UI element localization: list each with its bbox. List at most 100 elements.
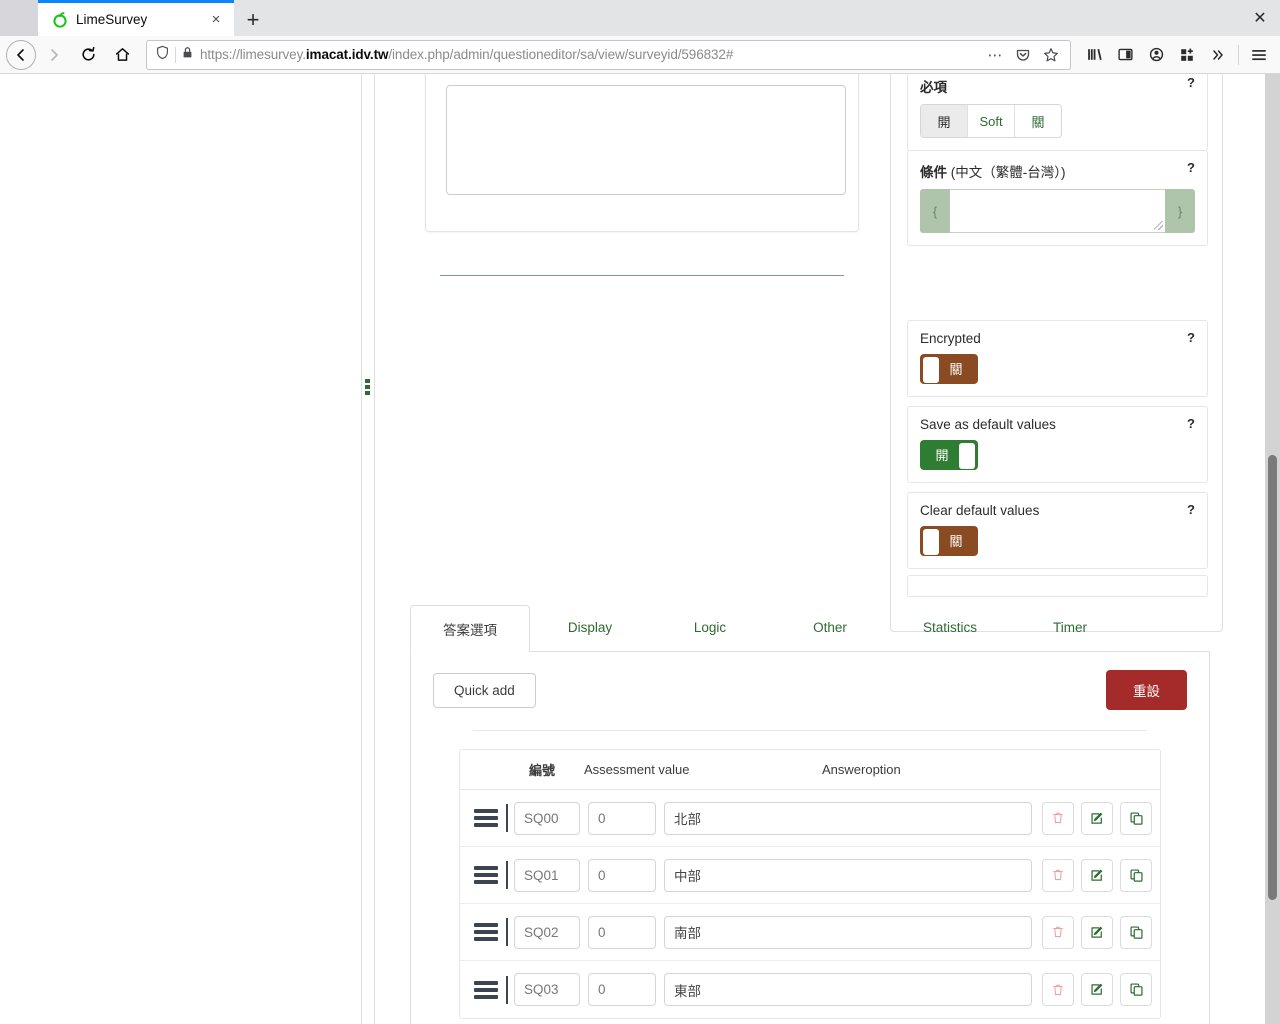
help-icon[interactable]: ? (1187, 417, 1195, 430)
trash-icon[interactable] (1042, 858, 1074, 892)
tab-strip-left-spacer (0, 0, 38, 36)
limesurvey-icon (52, 11, 68, 28)
edit-icon[interactable] (1081, 801, 1113, 835)
question-text-card (425, 74, 859, 232)
settings-panel-footer (907, 575, 1208, 597)
url-text[interactable]: https://limesurvey.imacat.idv.tw/index.p… (200, 47, 976, 62)
tab-answer-options[interactable]: 答案選項 (410, 605, 530, 652)
scrollbar-thumb[interactable] (1268, 455, 1277, 900)
edit-icon[interactable] (1081, 973, 1113, 1006)
page-actions-icon[interactable]: ⋯ (982, 42, 1008, 68)
mandatory-option-soft[interactable]: Soft (968, 105, 1015, 137)
toolbar-divider (473, 730, 1147, 731)
help-icon[interactable]: ? (1187, 76, 1195, 89)
setting-save-default-header: Save as default values ? (920, 417, 1195, 432)
row-assessment-input[interactable] (588, 915, 656, 949)
navigation-toolbar: https://limesurvey.imacat.idv.tw/index.p… (0, 36, 1280, 74)
condition-input-group: { } (920, 189, 1195, 233)
row-code-input[interactable] (514, 801, 580, 835)
reload-icon[interactable] (72, 39, 104, 71)
page-scrollbar[interactable] (1265, 74, 1280, 1024)
account-icon[interactable] (1141, 40, 1171, 70)
tab-logic[interactable]: Logic (650, 604, 770, 651)
table-row (460, 961, 1160, 1018)
drag-handle-icon[interactable] (474, 923, 498, 941)
row-actions (1042, 915, 1152, 949)
drag-handle-icon[interactable] (474, 866, 498, 884)
row-answeroption-input[interactable] (664, 858, 1032, 892)
table-row (460, 847, 1160, 904)
close-icon[interactable]: × (206, 10, 226, 30)
quick-add-button[interactable]: Quick add (433, 672, 536, 708)
help-icon[interactable]: ? (1187, 161, 1195, 174)
answer-options-content: Quick add 重設 編號 Assessment value Answero… (410, 652, 1210, 1024)
trash-icon[interactable] (1042, 801, 1074, 835)
home-icon[interactable] (106, 39, 138, 71)
copy-icon[interactable] (1120, 915, 1152, 949)
row-answeroption-input[interactable] (664, 973, 1032, 1006)
row-answeroption-input[interactable] (664, 801, 1032, 835)
tab-other[interactable]: Other (770, 604, 890, 651)
shield-icon[interactable] (155, 45, 170, 65)
drag-handle-icon[interactable] (474, 980, 498, 999)
browser-tab-limesurvey[interactable]: LimeSurvey × (38, 0, 234, 36)
mandatory-option-on[interactable]: 開 (921, 105, 968, 137)
row-marker (506, 804, 508, 832)
edit-icon[interactable] (1081, 915, 1113, 949)
tab-statistics[interactable]: Statistics (890, 604, 1010, 651)
row-assessment-input[interactable] (588, 973, 656, 1006)
question-text-editor[interactable] (446, 85, 846, 195)
help-icon[interactable]: ? (1187, 503, 1195, 516)
address-bar[interactable]: https://limesurvey.imacat.idv.tw/index.p… (146, 39, 1071, 70)
layout-rail-inner (374, 74, 375, 1024)
save-default-toggle[interactable]: 開 (920, 440, 978, 470)
back-icon[interactable] (6, 39, 36, 70)
header-code: 編號 (528, 763, 555, 778)
row-marker (506, 975, 508, 1004)
trash-icon[interactable] (1042, 915, 1074, 949)
tab-strip-fill (272, 0, 1280, 36)
setting-condition-language: (中文（繁體-台灣）) (947, 165, 1066, 180)
row-assessment-input[interactable] (588, 858, 656, 892)
row-answeroption-input[interactable] (664, 915, 1032, 949)
trash-icon[interactable] (1042, 973, 1074, 1006)
copy-icon[interactable] (1120, 858, 1152, 892)
window-close-button[interactable]: ✕ (1246, 5, 1274, 31)
copy-icon[interactable] (1120, 973, 1152, 1006)
edit-icon[interactable] (1081, 858, 1113, 892)
tab-display[interactable]: Display (530, 604, 650, 651)
condition-suffix-addon: } (1165, 189, 1195, 233)
reset-button[interactable]: 重設 (1106, 670, 1187, 710)
lock-icon[interactable] (181, 46, 194, 64)
sidebar-resize-grip[interactable] (365, 379, 371, 395)
row-code-input[interactable] (514, 858, 580, 892)
clear-default-toggle-state: 關 (949, 534, 963, 549)
mandatory-button-group: 開 Soft 關 (920, 104, 1062, 138)
overflow-icon[interactable] (1203, 40, 1233, 70)
copy-icon[interactable] (1120, 801, 1152, 835)
condition-input[interactable] (950, 189, 1165, 233)
new-tab-button[interactable]: + (234, 4, 272, 36)
identity-divider (175, 46, 176, 63)
row-assessment-input[interactable] (588, 801, 656, 835)
tab-timer[interactable]: Timer (1010, 604, 1130, 651)
setting-clear-default-label: Clear default values (920, 503, 1040, 518)
pocket-icon[interactable] (1010, 42, 1036, 68)
extensions-icon[interactable] (1172, 40, 1202, 70)
sidebar-icon[interactable] (1110, 40, 1140, 70)
library-icon[interactable] (1079, 40, 1109, 70)
help-icon[interactable]: ? (1187, 331, 1195, 344)
menu-icon[interactable] (1244, 40, 1274, 70)
encrypted-toggle[interactable]: 關 (920, 354, 978, 384)
drag-handle-icon[interactable] (474, 809, 498, 827)
row-code-input[interactable] (514, 915, 580, 949)
forward-icon (38, 39, 70, 71)
clear-default-toggle[interactable]: 關 (920, 526, 978, 556)
setting-clear-default-values: Clear default values ? 關 (907, 492, 1208, 569)
url-path: /index.php/admin/questioneditor/sa/view/… (388, 47, 734, 62)
row-code-input[interactable] (514, 973, 580, 1006)
star-icon[interactable] (1038, 42, 1064, 68)
mandatory-option-off[interactable]: 關 (1015, 105, 1061, 137)
layout-rail-left (361, 74, 362, 1024)
site-identity[interactable] (151, 45, 194, 65)
